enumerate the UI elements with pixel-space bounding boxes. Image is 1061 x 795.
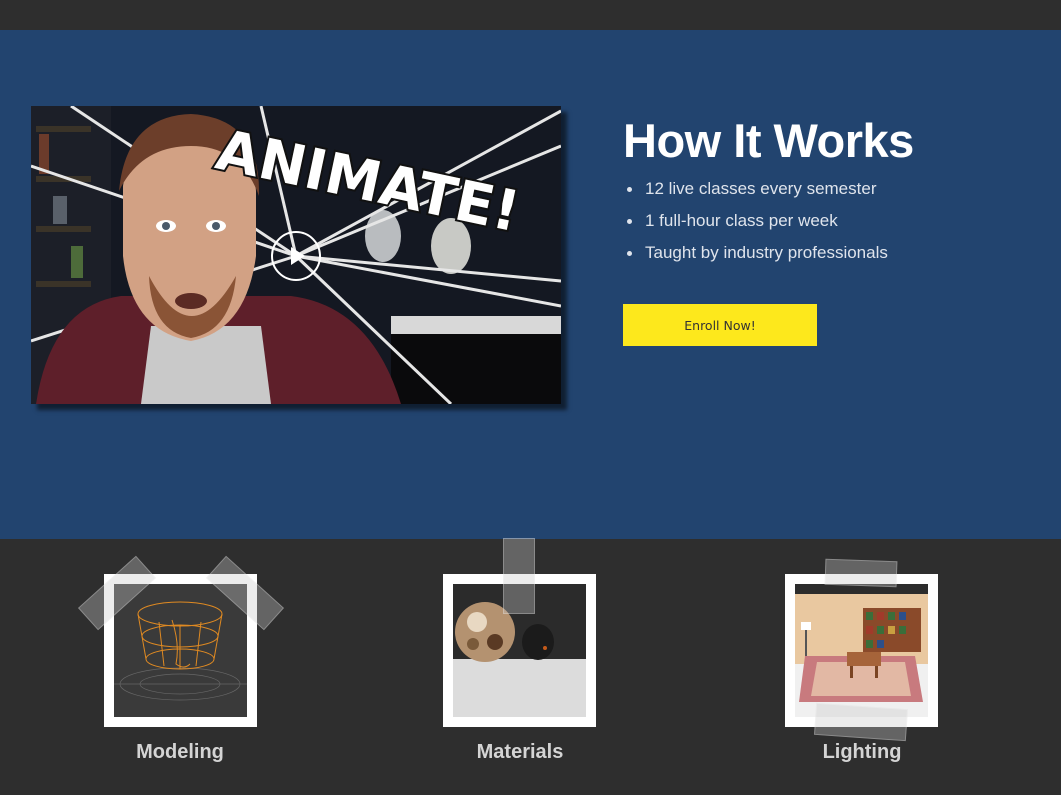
lighting-card[interactable]	[785, 574, 938, 727]
feature-item: 1 full-hour class per week	[623, 210, 888, 242]
tape-strip	[503, 538, 535, 614]
video-player[interactable]: ANIMATE!	[31, 106, 561, 404]
tape-strip	[824, 558, 898, 588]
feature-item: 12 live classes every semester	[623, 178, 888, 210]
lighting-image	[795, 584, 928, 717]
feature-list: 12 live classes every semester 1 full-ho…	[623, 178, 888, 274]
modeling-label: Modeling	[136, 741, 224, 763]
lighting-label: Lighting	[822, 741, 902, 763]
materials-label: Materials	[476, 741, 564, 763]
tape-strip	[813, 702, 909, 742]
top-bar	[0, 0, 1061, 30]
modeling-image	[114, 584, 247, 717]
play-icon[interactable]	[271, 231, 321, 281]
section-title: How It Works	[623, 114, 914, 167]
feature-item: Taught by industry professionals	[623, 242, 888, 274]
enroll-button[interactable]: Enroll Now!	[623, 304, 817, 346]
